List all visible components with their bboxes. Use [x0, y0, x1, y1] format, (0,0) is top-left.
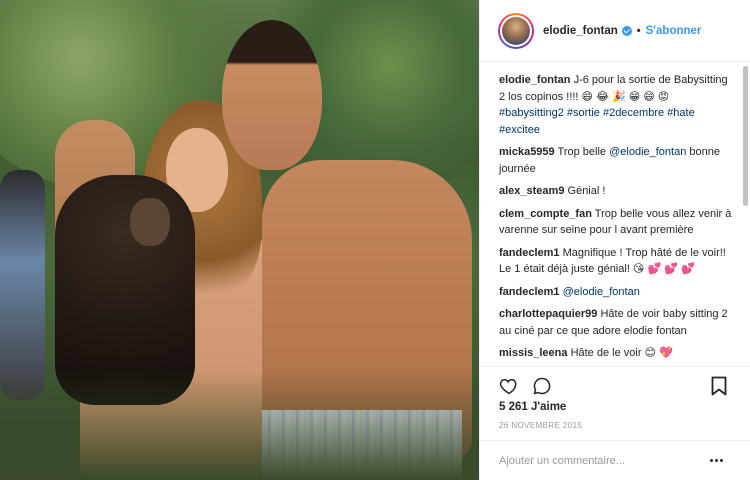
comment-username[interactable]: charlottepaquier99: [499, 308, 597, 320]
comment-input[interactable]: [499, 454, 699, 467]
header-username[interactable]: elodie_fontan: [543, 25, 618, 37]
comment-username[interactable]: alex_steam9: [499, 185, 564, 197]
comment-username[interactable]: missis_leena: [499, 347, 568, 359]
post-actions: [480, 366, 750, 400]
caption: elodie_fontan J-6 pour la sortie de Baby…: [499, 72, 732, 138]
post-photo[interactable]: [0, 0, 479, 480]
post-header: elodie_fontan • S'abonner: [480, 0, 750, 62]
comment-username[interactable]: micka5959: [499, 146, 555, 158]
comment-text: Génial !: [567, 185, 606, 197]
comment-item: clem_compte_fan Trop belle vous allez ve…: [499, 206, 732, 239]
comment-username[interactable]: fandeclem1: [499, 286, 560, 298]
comment-text: Trop belle: [557, 146, 607, 158]
separator-dot: •: [636, 24, 641, 37]
heart-icon[interactable]: [499, 376, 519, 396]
caption-username[interactable]: elodie_fontan: [499, 74, 571, 86]
comment-text: Hâte de le voir 😊 💖: [570, 347, 673, 359]
add-comment-bar: [480, 440, 750, 480]
photo-man-head: [222, 20, 322, 170]
post-panel: elodie_fontan • S'abonner elodie_fontan …: [479, 0, 750, 480]
comments-list[interactable]: elodie_fontan J-6 pour la sortie de Baby…: [480, 62, 742, 366]
comments-scrollbar[interactable]: [743, 66, 748, 206]
comment-username[interactable]: fandeclem1: [499, 247, 560, 259]
comment-item: charlottepaquier99 Hâte de voir baby sit…: [499, 306, 732, 339]
avatar[interactable]: [498, 12, 534, 49]
avatar-image: [502, 16, 530, 45]
follow-button[interactable]: S'abonner: [646, 25, 702, 37]
likes-count[interactable]: 5 261 J'aime: [499, 401, 566, 413]
comment-username[interactable]: clem_compte_fan: [499, 208, 592, 220]
comment-item: micka5959 Trop belle @elodie_fontan bonn…: [499, 144, 732, 177]
comment-item: fandeclem1 @elodie_fontan: [499, 284, 732, 301]
verified-icon: [621, 25, 632, 36]
post-date[interactable]: 26 NOVEMBRE 2015: [499, 421, 582, 430]
comment-mention[interactable]: @elodie_fontan: [609, 146, 686, 158]
photo-ground: [0, 370, 479, 480]
photo-monkey-face: [130, 198, 170, 246]
comment-mention[interactable]: @elodie_fontan: [563, 286, 640, 298]
more-options-icon[interactable]: [710, 459, 723, 462]
caption-hashtags[interactable]: #babysitting2 #sortie #2decembre #hate #…: [499, 107, 695, 136]
photo-background-person: [0, 170, 45, 400]
comment-item: missis_leena Hâte de le voir 😊 💖: [499, 345, 732, 362]
comment-item: alex_steam9 Génial !: [499, 183, 732, 200]
comment-icon[interactable]: [532, 376, 552, 396]
bookmark-icon[interactable]: [711, 376, 727, 396]
comment-item: fandeclem1 Magnifique ! Trop hâté de le …: [499, 245, 732, 278]
